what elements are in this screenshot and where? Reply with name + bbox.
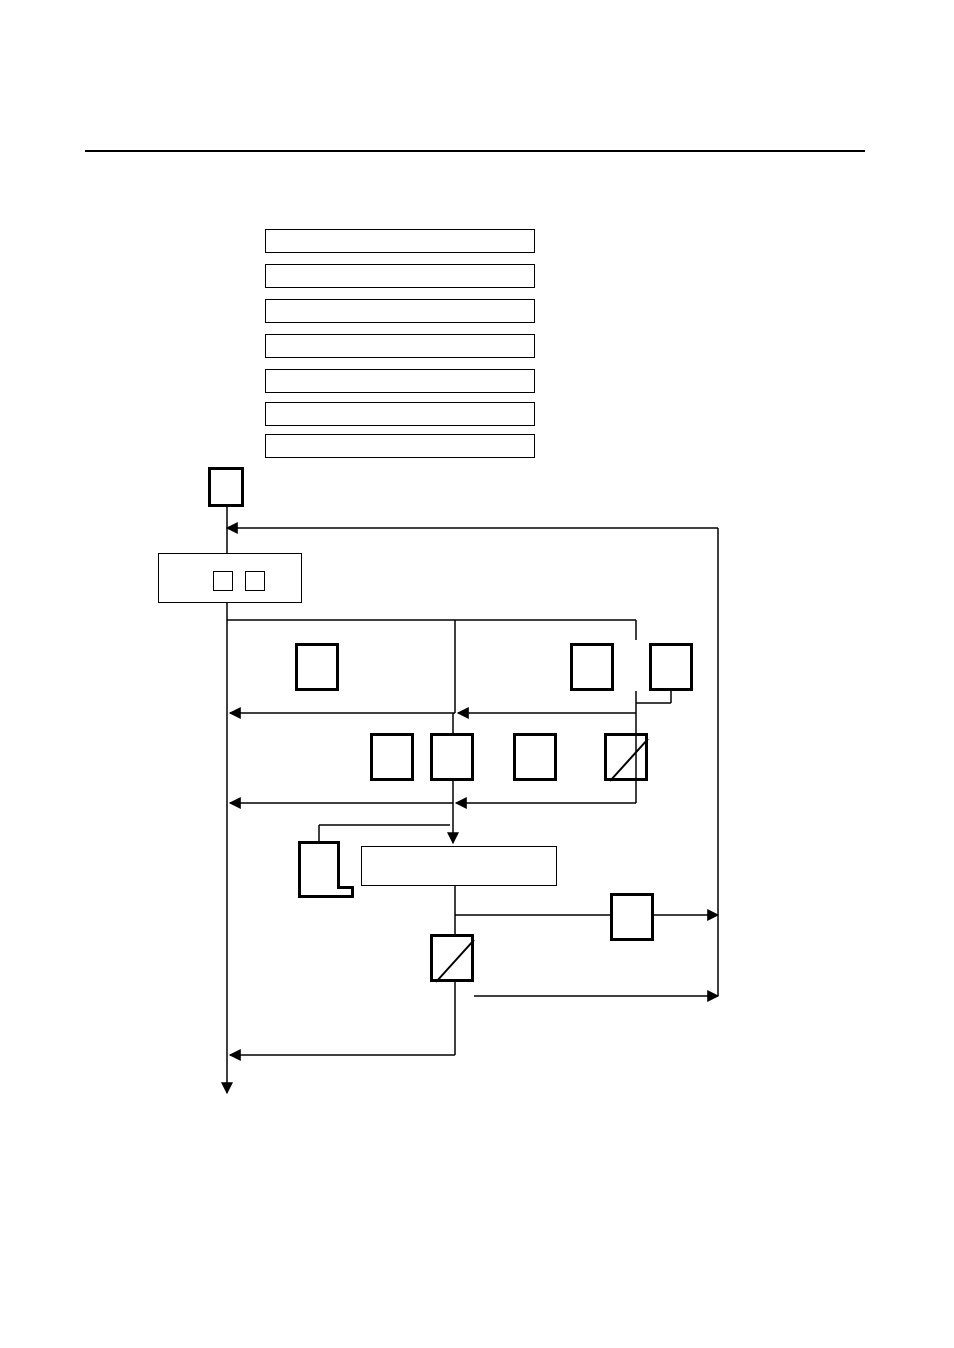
node-row2-c — [513, 733, 557, 781]
header-divider — [85, 150, 865, 152]
node-entry — [208, 467, 244, 507]
stack-row-6 — [265, 434, 535, 458]
stack-row-1 — [265, 264, 535, 288]
node-output-right — [610, 893, 654, 941]
stack-row-0 — [265, 229, 535, 253]
stack-row-3 — [265, 334, 535, 358]
node-step-upper — [298, 841, 340, 889]
node-step-inner-top — [337, 886, 354, 889]
stack-row-2 — [265, 299, 535, 323]
node-lower-slash — [430, 934, 474, 982]
node-row2-a — [370, 733, 414, 781]
node-row1-c — [649, 643, 693, 691]
slash-icon — [433, 937, 477, 985]
node-row1-b — [570, 643, 614, 691]
node-pair-right — [245, 571, 265, 591]
stack-row-5 — [265, 402, 535, 426]
stack-row-4 — [265, 369, 535, 393]
node-wide-mid — [361, 846, 557, 886]
node-pair-left — [213, 571, 233, 591]
connectors — [0, 0, 954, 1348]
node-row1-a — [295, 643, 339, 691]
node-row2-b — [430, 733, 474, 781]
node-row2-d-slash — [604, 733, 648, 781]
diagram-page: { "stack": { "rows": [ {"label": ""}, {"… — [0, 0, 954, 1348]
slash-icon — [607, 736, 651, 784]
